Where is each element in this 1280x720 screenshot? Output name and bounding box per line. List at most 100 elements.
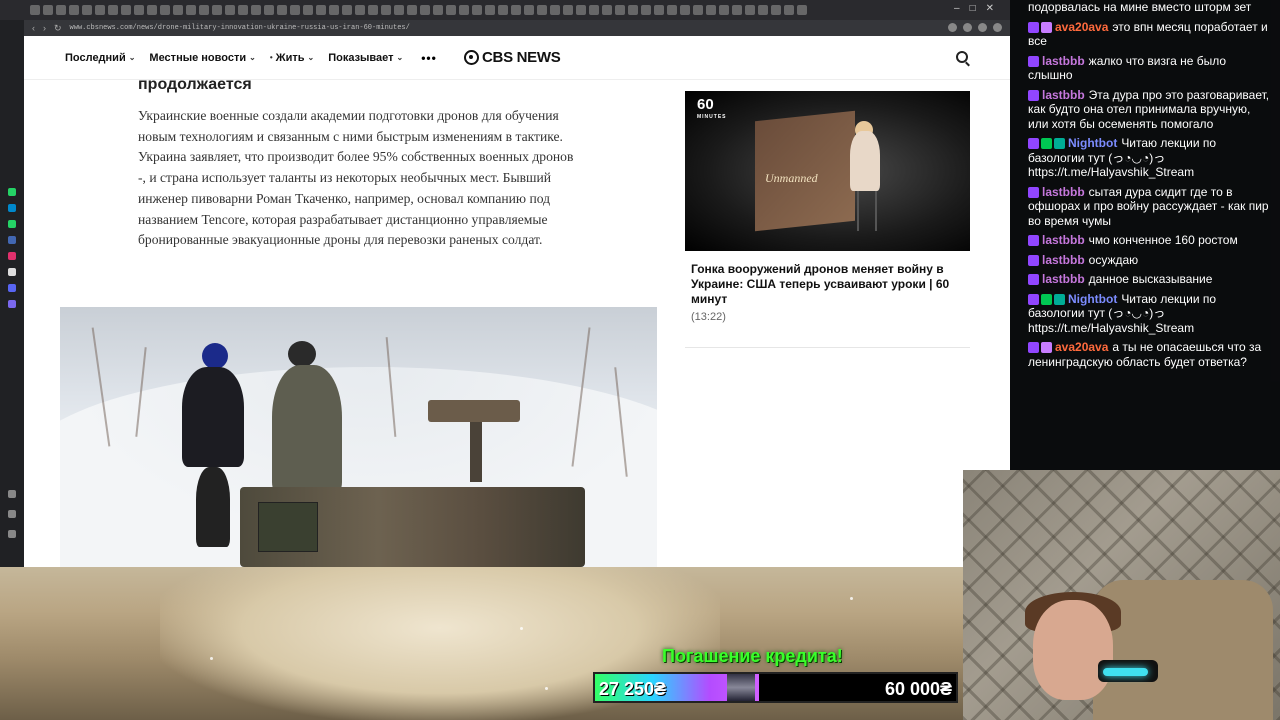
tab-strip[interactable]: –□✕: [0, 0, 1010, 20]
browser-tab[interactable]: [693, 5, 703, 15]
browser-tab[interactable]: [95, 5, 105, 15]
vk-icon[interactable]: [8, 236, 16, 244]
x-icon[interactable]: [8, 268, 16, 276]
window-controls[interactable]: –□✕: [954, 3, 1004, 14]
browser-tab[interactable]: [303, 5, 313, 15]
forward-icon[interactable]: ›: [43, 23, 46, 33]
back-icon[interactable]: ‹: [32, 23, 35, 33]
browser-tab[interactable]: [537, 5, 547, 15]
instagram-icon[interactable]: [8, 252, 16, 260]
extension-icons[interactable]: [948, 23, 1002, 32]
browser-tab[interactable]: [745, 5, 755, 15]
browser-tab[interactable]: [628, 5, 638, 15]
browser-tab[interactable]: [472, 5, 482, 15]
app-icon[interactable]: [8, 300, 16, 308]
address-bar[interactable]: ‹ › ↻ www.cbsnews.com/news/drone-militar…: [24, 20, 1010, 36]
cbs-logo[interactable]: CBS NEWS: [464, 49, 561, 66]
browser-tab[interactable]: [784, 5, 794, 15]
browser-tab[interactable]: [485, 5, 495, 15]
browser-tab[interactable]: [680, 5, 690, 15]
browser-tab[interactable]: [563, 5, 573, 15]
whatsapp-icon[interactable]: [8, 188, 16, 196]
browser-tab[interactable]: [615, 5, 625, 15]
browser-tab[interactable]: [160, 5, 170, 15]
browser-tab[interactable]: [771, 5, 781, 15]
url-text[interactable]: www.cbsnews.com/news/drone-military-inno…: [70, 24, 410, 32]
browser-tab[interactable]: [654, 5, 664, 15]
browser-tab[interactable]: [407, 5, 417, 15]
browser-tab[interactable]: [641, 5, 651, 15]
browser-tab[interactable]: [121, 5, 131, 15]
video-title-link[interactable]: Гонка вооружений дронов меняет войну в У…: [691, 262, 966, 307]
browser-tab[interactable]: [212, 5, 222, 15]
chat-username[interactable]: ava20ava: [1055, 20, 1108, 34]
browser-tab[interactable]: [342, 5, 352, 15]
browser-tab[interactable]: [355, 5, 365, 15]
browser-tab[interactable]: [199, 5, 209, 15]
browser-tab[interactable]: [290, 5, 300, 15]
browser-tab[interactable]: [108, 5, 118, 15]
chat-username[interactable]: Nightbot: [1068, 292, 1117, 306]
browser-tab[interactable]: [459, 5, 469, 15]
chat-username[interactable]: lastbbb: [1042, 185, 1085, 199]
browser-tab[interactable]: [147, 5, 157, 15]
browser-tab[interactable]: [329, 5, 339, 15]
settings-icon[interactable]: [8, 510, 16, 518]
reload-icon[interactable]: ↻: [54, 23, 62, 34]
browser-tab[interactable]: [511, 5, 521, 15]
article-photo[interactable]: [60, 307, 657, 567]
nav-item-local[interactable]: Местные новости ⌄: [149, 52, 255, 64]
chat-username[interactable]: lastbbb: [1042, 54, 1085, 68]
video-thumbnail[interactable]: 60 MINUTES Unmanned: [685, 91, 970, 251]
more-icon[interactable]: [8, 530, 16, 538]
chat-text: чмо конченное 160 ростом: [1088, 233, 1238, 247]
browser-tab[interactable]: [381, 5, 391, 15]
chat-username[interactable]: Nightbot: [1068, 136, 1117, 150]
browser-tab[interactable]: [394, 5, 404, 15]
history-icon[interactable]: [8, 490, 16, 498]
browser-tab[interactable]: [589, 5, 599, 15]
browser-tab[interactable]: [420, 5, 430, 15]
chat-username[interactable]: ava20ava: [1055, 340, 1108, 354]
chat-username[interactable]: lastbbb: [1042, 272, 1085, 286]
browser-tab[interactable]: [30, 5, 40, 15]
chat-username[interactable]: lastbbb: [1042, 253, 1085, 267]
nav-item-latest[interactable]: Последний ⌄: [65, 52, 135, 64]
browser-tab[interactable]: [368, 5, 378, 15]
browser-tab[interactable]: [524, 5, 534, 15]
browser-tab[interactable]: [225, 5, 235, 15]
browser-tab[interactable]: [602, 5, 612, 15]
browser-tab[interactable]: [56, 5, 66, 15]
browser-tab[interactable]: [550, 5, 560, 15]
browser-tab[interactable]: [758, 5, 768, 15]
browser-tab[interactable]: [43, 5, 53, 15]
browser-tab[interactable]: [186, 5, 196, 15]
browser-tab[interactable]: [706, 5, 716, 15]
browser-tab[interactable]: [719, 5, 729, 15]
browser-tab[interactable]: [134, 5, 144, 15]
browser-tab[interactable]: [69, 5, 79, 15]
browser-tab[interactable]: [251, 5, 261, 15]
more-menu-button[interactable]: •••: [421, 51, 437, 65]
browser-tab[interactable]: [316, 5, 326, 15]
messenger-icon[interactable]: [8, 220, 16, 228]
browser-tab[interactable]: [732, 5, 742, 15]
browser-tab[interactable]: [433, 5, 443, 15]
browser-tab[interactable]: [667, 5, 677, 15]
discord-icon[interactable]: [8, 284, 16, 292]
browser-tab[interactable]: [238, 5, 248, 15]
browser-tab[interactable]: [797, 5, 807, 15]
browser-tab[interactable]: [173, 5, 183, 15]
browser-tab[interactable]: [498, 5, 508, 15]
nav-item-live[interactable]: • Жить ⌄: [270, 52, 314, 64]
telegram-icon[interactable]: [8, 204, 16, 212]
search-icon[interactable]: [956, 51, 968, 63]
nav-item-shows[interactable]: Показывает ⌄: [328, 52, 403, 64]
browser-tab[interactable]: [264, 5, 274, 15]
chat-username[interactable]: lastbbb: [1042, 88, 1085, 102]
chat-username[interactable]: lastbbb: [1042, 233, 1085, 247]
browser-tab[interactable]: [576, 5, 586, 15]
browser-tab[interactable]: [277, 5, 287, 15]
browser-tab[interactable]: [446, 5, 456, 15]
browser-tab[interactable]: [82, 5, 92, 15]
